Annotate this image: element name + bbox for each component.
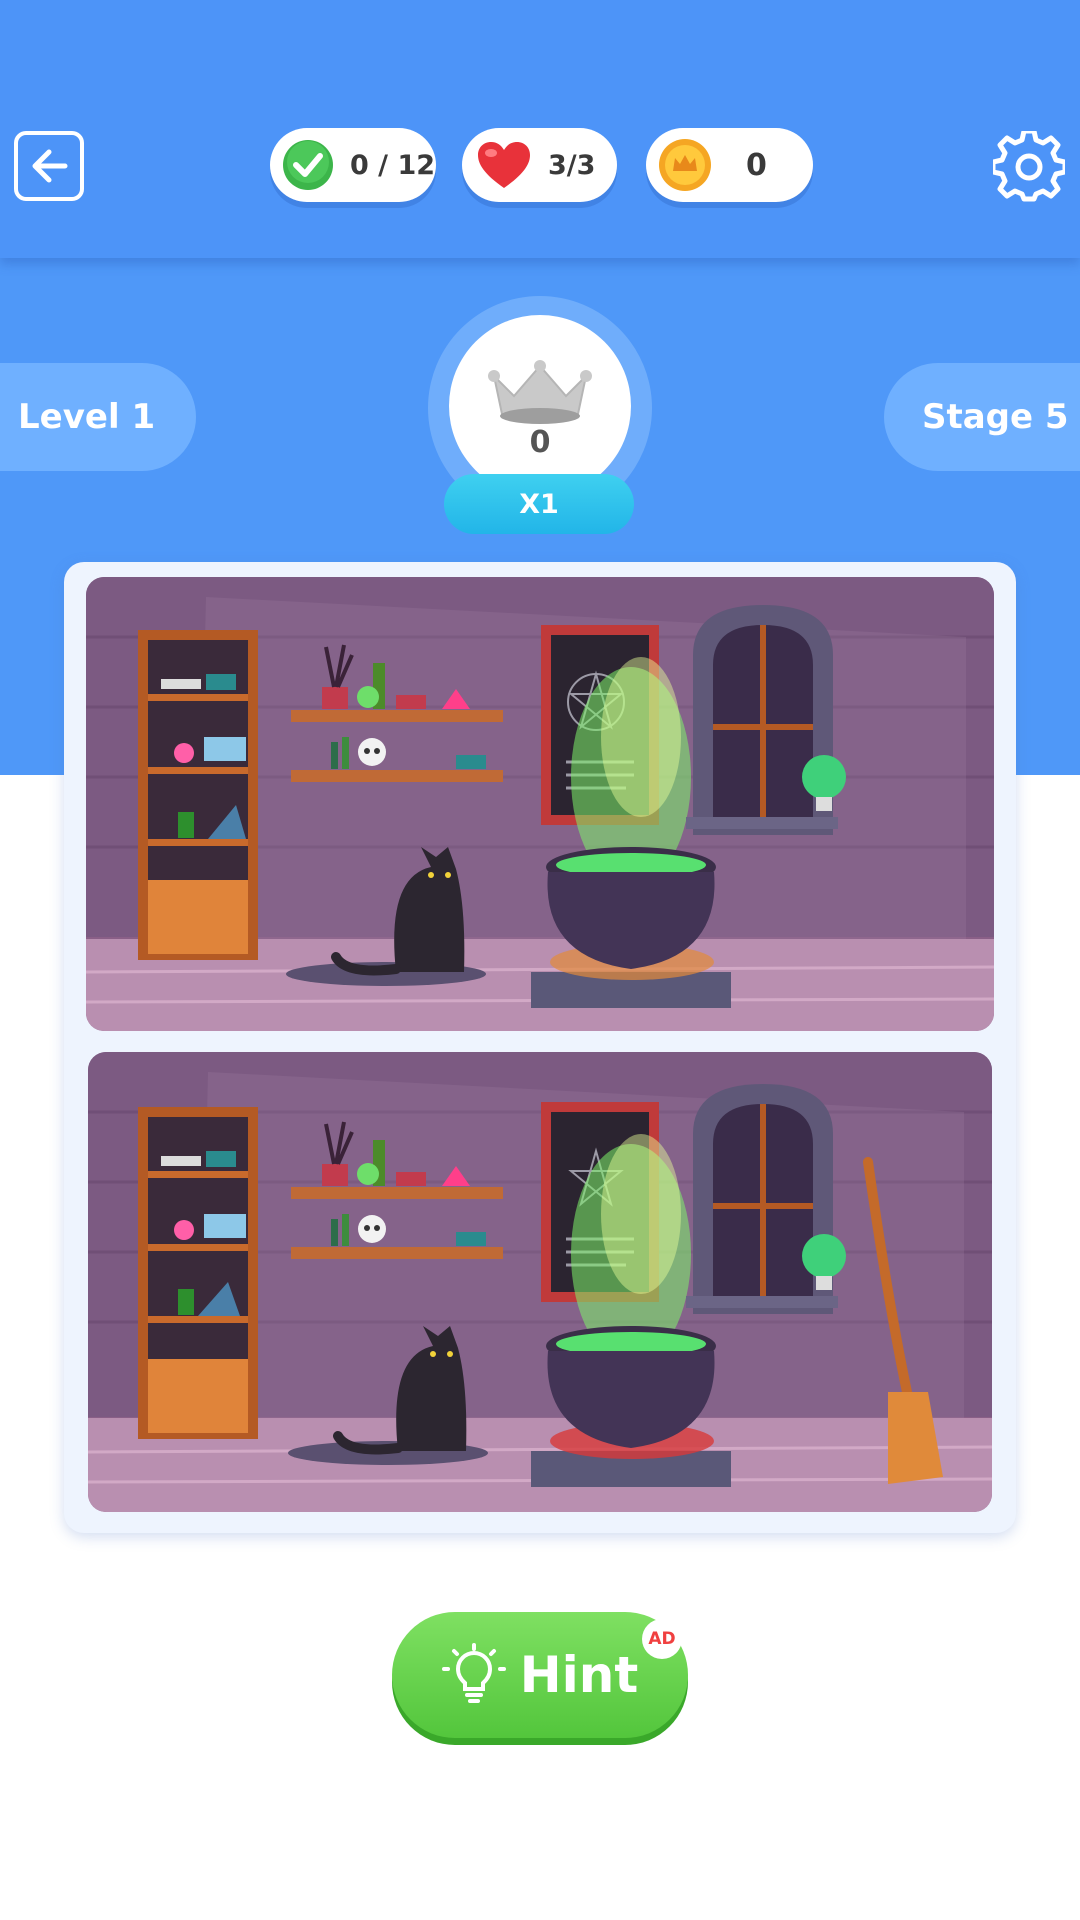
scene-image-top[interactable] (86, 577, 994, 1031)
ad-badge: AD (642, 1619, 682, 1659)
progress-counter: 0 / 12 (270, 128, 436, 202)
crown-count: 0 (529, 425, 551, 460)
lightbulb-icon (441, 1643, 506, 1703)
coin-icon (659, 139, 711, 191)
lives-counter: 3/3 (462, 128, 617, 202)
gear-icon[interactable] (993, 131, 1065, 203)
back-button[interactable] (14, 131, 84, 201)
stage-label: Stage 5 (884, 363, 1080, 471)
hint-label: Hint (519, 1646, 639, 1704)
coin-text: 0 (746, 147, 767, 183)
level-label: Level 1 (0, 363, 196, 471)
heart-icon (478, 142, 530, 188)
back-arrow-icon (32, 149, 68, 183)
progress-text: 0 / 12 (350, 149, 436, 181)
lives-text: 3/3 (548, 149, 596, 181)
crown-icon (488, 360, 592, 424)
scene-image-bottom[interactable] (88, 1052, 992, 1512)
coin-counter: 0 (646, 128, 813, 202)
check-icon (283, 140, 333, 190)
score-multiplier: X1 (444, 474, 634, 534)
